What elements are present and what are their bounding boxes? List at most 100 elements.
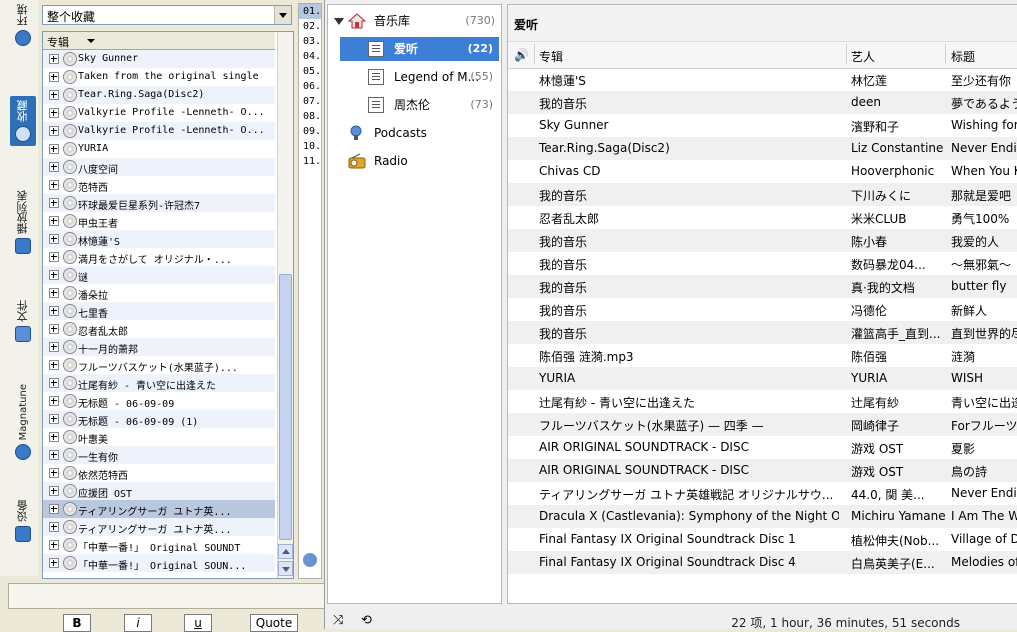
album-row[interactable]: 忍者乱太郎 (43, 320, 275, 338)
expand-icon[interactable] (49, 144, 59, 154)
source-library[interactable]: 音乐库 (730) (328, 9, 499, 33)
source-podcasts[interactable]: Podcasts (328, 121, 499, 145)
expand-icon[interactable] (49, 234, 59, 244)
column-artist[interactable]: 艺人 (851, 48, 875, 65)
expand-icon[interactable] (49, 54, 59, 64)
expand-icon[interactable] (49, 360, 59, 370)
expand-icon[interactable] (49, 270, 59, 280)
track-number[interactable]: 06. (299, 79, 321, 94)
track-number[interactable]: 07. (299, 94, 321, 109)
expand-icon[interactable] (49, 468, 59, 478)
expand-icon[interactable] (49, 180, 59, 190)
track-row[interactable]: 我的音乐 灌篮高手_直到... 直到世界的尽 (508, 321, 1017, 344)
expand-icon[interactable] (49, 252, 59, 262)
expand-icon[interactable] (49, 522, 59, 532)
track-row[interactable]: Chivas CD Hooverphonic When You Kno (508, 160, 1017, 183)
album-row[interactable]: 「中華一番!」 Original SOUN... (43, 554, 275, 572)
collection-scope-select[interactable]: 整个收藏 (42, 5, 292, 25)
expand-icon[interactable] (49, 342, 59, 352)
track-row[interactable]: フルーツバスケット(水果蓝子) — 四季 — 岡崎律子 Forフルーツ (508, 413, 1017, 436)
track-row[interactable]: 我的音乐 下川みくに 那就是爱吧 (508, 183, 1017, 206)
tab-files[interactable]: 文件 (12, 300, 34, 342)
track-row[interactable]: Dracula X (Castlevania): Symphony of the… (508, 505, 1017, 528)
track-row[interactable]: Final Fantasy IX Original Soundtrack Dis… (508, 551, 1017, 574)
track-row[interactable]: Sky Gunner 濱野和子 Wishing for a (508, 114, 1017, 137)
tab-playlists[interactable]: 播放列表 (12, 190, 34, 254)
expand-icon[interactable] (49, 450, 59, 460)
album-row[interactable]: 无标题 - 06-09-09 (1) (43, 410, 275, 428)
previous-nav-icon[interactable] (303, 553, 317, 567)
expand-icon[interactable] (49, 198, 59, 208)
album-row[interactable]: 一生有你 (43, 446, 275, 464)
track-row[interactable]: YURIA YURIA WISH (508, 367, 1017, 390)
track-row[interactable]: 我的音乐 数码暴龙04... ～無邪氣～ (508, 252, 1017, 275)
expand-icon[interactable] (49, 126, 59, 136)
track-row[interactable]: Final Fantasy IX Original Soundtrack Dis… (508, 528, 1017, 551)
album-row[interactable]: 环球最爱巨星系列-许冠杰7 (43, 194, 275, 212)
track-number[interactable]: 05. (299, 64, 321, 79)
source-playlist-legend[interactable]: Legend of M... (55) (340, 65, 499, 89)
track-row[interactable]: 忍者乱太郎 米米CLUB 勇气100% (508, 206, 1017, 229)
track-number[interactable]: 04. (299, 49, 321, 64)
album-row[interactable]: 无标题 - 06-09-09 (43, 392, 275, 410)
album-row[interactable]: 应援团 OST (43, 482, 275, 500)
shuffle-icon[interactable]: ⤨ (333, 614, 347, 627)
expand-icon[interactable] (49, 432, 59, 442)
collection-scrollbar[interactable] (277, 32, 293, 578)
track-number[interactable]: 03. (299, 34, 321, 49)
expand-icon[interactable] (49, 216, 59, 226)
expand-icon[interactable] (49, 90, 59, 100)
album-row[interactable]: 潘朵拉 (43, 284, 275, 302)
repeat-icon[interactable]: ⟲ (361, 614, 375, 627)
album-row[interactable]: ティアリングサーガ ユトナ英... (43, 500, 275, 518)
expand-icon[interactable] (49, 414, 59, 424)
track-number[interactable]: 10. (299, 139, 321, 154)
source-playlist-jay[interactable]: 周杰伦 (73) (340, 93, 499, 117)
expand-icon[interactable] (49, 288, 59, 298)
track-row[interactable]: ティアリングサーガ ユトナ英雄戦記 オリジナルサウ... 44.0, 関 美...… (508, 482, 1017, 505)
album-row[interactable]: Sky Gunner (43, 50, 275, 68)
scrollbar-thumb[interactable] (279, 274, 292, 540)
quote-button[interactable]: Quote (250, 614, 298, 632)
expand-icon[interactable] (49, 486, 59, 496)
album-row[interactable]: 林憶蓮'S (43, 230, 275, 248)
tab-environment[interactable]: 环境 (12, 4, 34, 46)
track-row[interactable]: 我的音乐 冯德伦 新鲜人 (508, 298, 1017, 321)
album-row[interactable]: Valkyrie Profile -Lenneth- O... (43, 122, 275, 140)
track-number[interactable]: 09. (299, 124, 321, 139)
expand-triangle-icon[interactable] (334, 18, 344, 25)
scroll-up-button[interactable] (278, 544, 293, 559)
track-row[interactable]: 我的音乐 deen 夢であるように (508, 91, 1017, 114)
track-row[interactable]: AIR ORIGINAL SOUNDTRACK - DISC 游戏 OST 夏影 (508, 436, 1017, 459)
album-row[interactable]: 依然范特西 (43, 464, 275, 482)
track-row[interactable]: 辻尾有紗 - 青い空に出逢えた 辻尾有紗 青い空に出逢 (508, 390, 1017, 413)
album-row[interactable]: 辻尾有紗 - 青い空に出逢えた (43, 374, 275, 392)
track-row[interactable]: 我的音乐 真·我的文档 butter fly (508, 275, 1017, 298)
tab-collection[interactable]: 收藏 (10, 96, 36, 146)
chevron-down-icon[interactable] (274, 6, 291, 24)
track-row[interactable]: 林憶蓮'S 林忆莲 至少还有你 (508, 68, 1017, 91)
album-row[interactable]: Taken from the original single (43, 68, 275, 86)
album-row[interactable]: 谜 (43, 266, 275, 284)
bold-button[interactable]: B (63, 614, 91, 632)
album-row[interactable]: 「中華一番!」 Original SOUNDT (43, 536, 275, 554)
album-row[interactable]: フルーツバスケット(水果蓝子)... (43, 356, 275, 374)
expand-icon[interactable] (49, 540, 59, 550)
underline-button[interactable]: u (184, 614, 212, 632)
collection-column-header[interactable]: 专辑 (43, 32, 275, 50)
expand-icon[interactable] (49, 108, 59, 118)
album-row[interactable]: 甲虫王者 (43, 212, 275, 230)
track-row[interactable]: 陈佰强 涟漪.mp3 陈佰强 涟漪 (508, 344, 1017, 367)
album-row[interactable]: Valkyrie Profile -Lenneth- O... (43, 104, 275, 122)
track-row[interactable]: AIR ORIGINAL SOUNDTRACK - DISC 游戏 OST 鳥の詩 (508, 459, 1017, 482)
track-number[interactable]: 11. (299, 154, 321, 169)
album-row[interactable]: Tear.Ring.Saga(Disc2) (43, 86, 275, 104)
album-row[interactable]: 十一月的萧邦 (43, 338, 275, 356)
track-number[interactable]: 08. (299, 109, 321, 124)
expand-icon[interactable] (49, 162, 59, 172)
track-row[interactable]: Tear.Ring.Saga(Disc2) Liz Constantine Neve… (508, 137, 1017, 160)
track-number[interactable]: 02. (299, 19, 321, 34)
album-row[interactable]: 叶惠美 (43, 428, 275, 446)
expand-icon[interactable] (49, 378, 59, 388)
expand-icon[interactable] (49, 504, 59, 514)
